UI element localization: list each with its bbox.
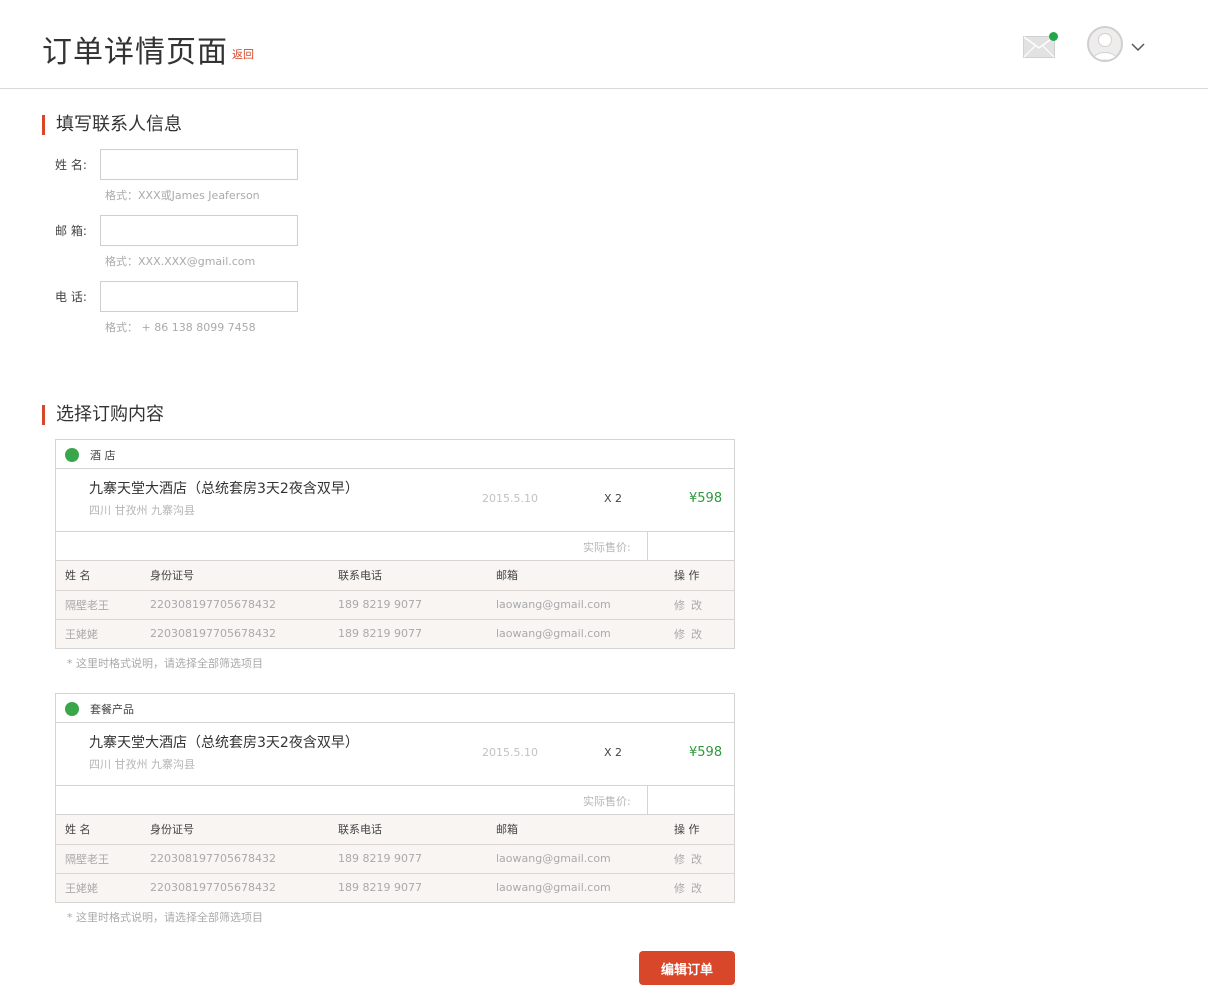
- table-row: 王姥姥 220308197705678432 189 8219 9077 lao…: [56, 873, 734, 902]
- actual-price-row: 实际售价:: [56, 532, 734, 561]
- back-link[interactable]: 返回: [232, 46, 254, 62]
- name-hint: 格式：XXX或James Jeaferson: [105, 189, 260, 202]
- card-type-label: 酒 店: [90, 449, 116, 462]
- guest-id: 220308197705678432: [150, 627, 276, 641]
- edit-guest-link[interactable]: 修改: [674, 599, 708, 612]
- card-type-label: 套餐产品: [90, 703, 134, 716]
- guest-table: 姓 名 身份证号 联系电话 邮箱 操 作 隔壁老王 22030819770567…: [56, 815, 734, 902]
- guest-phone: 189 8219 9077: [338, 844, 496, 874]
- guest-email: laowang@gmail.com: [496, 590, 674, 620]
- col-phone: 联系电话: [338, 561, 496, 591]
- col-ops: 操 作: [674, 561, 734, 591]
- col-name: 姓 名: [56, 815, 150, 845]
- col-ops: 操 作: [674, 815, 734, 845]
- col-id: 身份证号: [150, 815, 338, 845]
- col-phone: 联系电话: [338, 815, 496, 845]
- product-row: 九寨天堂大酒店（总统套房3天2夜含双早） 四川 甘孜州 九寨沟县 2015.5.…: [56, 469, 734, 532]
- guest-id: 220308197705678432: [150, 590, 338, 620]
- guest-id: 220308197705678432: [150, 881, 276, 895]
- actual-price-label: 实际售价:: [583, 795, 631, 808]
- product-date: 2015.5.10: [482, 492, 538, 505]
- col-id: 身份证号: [150, 561, 338, 591]
- email-label: 邮 箱:: [55, 224, 87, 238]
- page-header: 订单详情页面 返回: [0, 0, 1208, 89]
- product-row: 九寨天堂大酒店（总统套房3天2夜含双早） 四川 甘孜州 九寨沟县 2015.5.…: [56, 723, 734, 786]
- actual-price-row: 实际售价:: [56, 786, 734, 815]
- col-email: 邮箱: [496, 815, 674, 845]
- phone-hint: 格式： + 86 138 8099 7458: [105, 321, 256, 334]
- product-date: 2015.5.10: [482, 746, 538, 759]
- guest-id: 220308197705678432: [150, 844, 338, 874]
- ops-cell: 修改: [674, 590, 734, 620]
- col-name: 姓 名: [56, 561, 150, 591]
- order-card-package: 套餐产品 九寨天堂大酒店（总统套房3天2夜含双早） 四川 甘孜州 九寨沟县 20…: [55, 693, 735, 903]
- phone-input[interactable]: [100, 281, 298, 312]
- phone-label: 电 话:: [55, 290, 87, 304]
- edit-guest-link[interactable]: 修改: [674, 853, 708, 866]
- ops-cell: 修改: [674, 873, 734, 902]
- order-card-hotel: 酒 店 九寨天堂大酒店（总统套房3天2夜含双早） 四川 甘孜州 九寨沟县 201…: [55, 439, 735, 649]
- table-header-row: 姓 名 身份证号 联系电话 邮箱 操 作: [56, 815, 734, 845]
- actual-price-label: 实际售价:: [583, 541, 631, 554]
- table-row: 隔壁老王 220308197705678432 189 8219 9077 la…: [56, 590, 734, 620]
- table-row: 隔壁老王 220308197705678432 189 8219 9077 la…: [56, 844, 734, 874]
- actual-price-input[interactable]: [647, 786, 735, 814]
- product-location: 四川 甘孜州 九寨沟县: [89, 758, 195, 771]
- card-note: * 这里时格式说明，请选择全部筛选项目: [67, 911, 263, 924]
- col-email: 邮箱: [496, 561, 674, 591]
- ops-cell: 修改: [674, 844, 734, 874]
- guest-email: laowang@gmail.com: [496, 627, 611, 641]
- name-label: 姓 名:: [55, 158, 87, 172]
- edit-guest-link[interactable]: 修改: [674, 882, 708, 895]
- name-input[interactable]: [100, 149, 298, 180]
- notification-dot: [1049, 32, 1058, 41]
- ops-cell: 修改: [674, 619, 734, 648]
- guest-table: 姓 名 身份证号 联系电话 邮箱 操 作 隔壁老王 22030819770567…: [56, 561, 734, 648]
- user-avatar-icon[interactable]: [1087, 26, 1123, 62]
- actual-price-input[interactable]: [647, 532, 735, 560]
- chevron-down-icon[interactable]: [1131, 37, 1145, 52]
- status-dot: [65, 448, 79, 462]
- guest-name: 隔壁老王: [56, 590, 150, 620]
- guest-phone: 189 8219 9077: [338, 881, 422, 895]
- page-title: 订单详情页面: [42, 35, 228, 70]
- email-input[interactable]: [100, 215, 298, 246]
- guest-email: laowang@gmail.com: [496, 844, 674, 874]
- card-header: 酒 店: [56, 440, 734, 469]
- contact-section-title: 填写联系人信息: [42, 115, 182, 135]
- guest-phone: 189 8219 9077: [338, 590, 496, 620]
- guest-name: 王姥姥: [65, 627, 98, 641]
- card-header: 套餐产品: [56, 694, 734, 723]
- status-dot: [65, 702, 79, 716]
- guest-email: laowang@gmail.com: [496, 881, 611, 895]
- table-row: 王姥姥 220308197705678432 189 8219 9077 lao…: [56, 619, 734, 648]
- edit-order-button[interactable]: 编辑订单: [639, 951, 735, 985]
- product-name: 九寨天堂大酒店（总统套房3天2夜含双早）: [89, 735, 359, 751]
- table-header-row: 姓 名 身份证号 联系电话 邮箱 操 作: [56, 561, 734, 591]
- guest-name: 王姥姥: [65, 881, 98, 895]
- product-price: ¥598: [689, 745, 723, 760]
- guest-name: 隔壁老王: [56, 844, 150, 874]
- product-price: ¥598: [689, 491, 723, 506]
- email-hint: 格式：XXX.XXX@gmail.com: [105, 255, 256, 268]
- product-name: 九寨天堂大酒店（总统套房3天2夜含双早）: [89, 481, 359, 497]
- product-location: 四川 甘孜州 九寨沟县: [89, 504, 195, 517]
- edit-guest-link[interactable]: 修改: [674, 628, 708, 641]
- order-section-title: 选择订购内容: [42, 405, 164, 425]
- product-quantity: X 2: [604, 746, 623, 759]
- card-note: * 这里时格式说明，请选择全部筛选项目: [67, 657, 263, 670]
- guest-phone: 189 8219 9077: [338, 627, 422, 641]
- product-quantity: X 2: [604, 492, 623, 505]
